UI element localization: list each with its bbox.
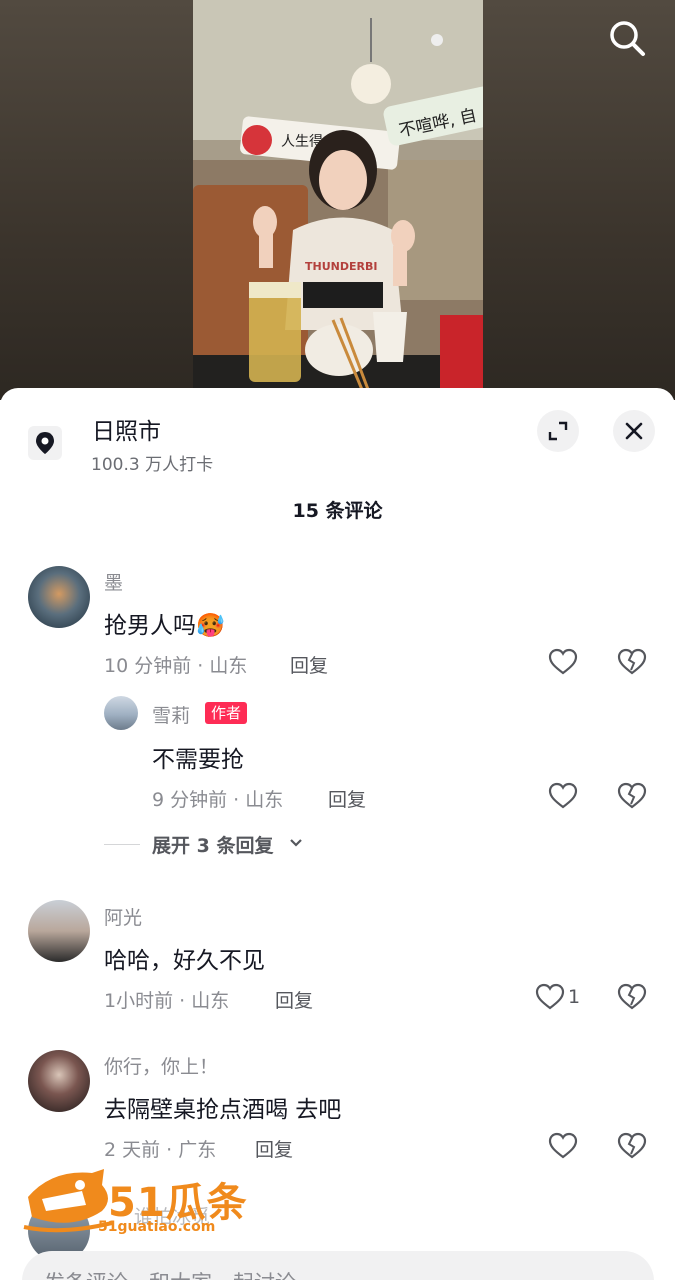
comment-meta: 1小时前 · 山东 <box>104 990 230 1012</box>
close-button[interactable] <box>613 410 655 452</box>
reply-button[interactable]: 回复 <box>328 785 366 812</box>
reply-meta: 9 分钟前 · 山东 <box>152 789 284 811</box>
comment-username[interactable]: 你行，你上！ <box>104 1052 218 1079</box>
like-icon[interactable] <box>547 1130 579 1162</box>
svg-text:THUNDERBI: THUNDERBI <box>305 260 377 273</box>
avatar[interactable] <box>28 1050 90 1112</box>
like-icon[interactable] <box>547 780 579 812</box>
comments-count-title: 15 条评论 <box>292 500 383 522</box>
author-badge: 作者 <box>205 702 248 724</box>
location-name[interactable]: 日照市 <box>92 412 161 446</box>
avatar[interactable] <box>28 566 90 628</box>
comment-input[interactable]: 发条评论，和大家一起讨论 <box>22 1251 654 1280</box>
video-photo: 人生得 不喧哗, 自 THUNDERBI <box>193 0 483 400</box>
search-icon <box>610 21 645 56</box>
reply-button[interactable]: 回复 <box>255 1135 293 1162</box>
search-button[interactable] <box>605 16 649 60</box>
comment-text: 去隔壁桌抢点酒喝 去吧 <box>104 1097 342 1123</box>
avatar[interactable] <box>104 696 138 730</box>
expand-button[interactable] <box>537 410 579 452</box>
comment-meta: 10 分钟前 · 山东 <box>104 655 248 677</box>
watermark-url: 51guatiao.com <box>98 1219 216 1235</box>
like-icon[interactable] <box>534 981 566 1013</box>
expand-divider <box>104 844 140 845</box>
dislike-icon[interactable] <box>616 780 648 812</box>
expand-replies-button[interactable]: 展开 3 条回复 <box>152 831 273 858</box>
comment-username[interactable]: 阿光 <box>104 903 142 930</box>
comment-sheet: 日照市 100.3 万人打卡 15 条评论 墨 抢男人吗🥵 10 分钟前 · 山… <box>0 388 675 1280</box>
comment-input-placeholder: 发条评论，和大家一起讨论 <box>44 1267 296 1280</box>
location-checkins: 100.3 万人打卡 <box>91 455 214 475</box>
video-frame[interactable]: 人生得 不喧哗, 自 THUNDERBI <box>193 0 483 400</box>
dislike-icon[interactable] <box>616 1130 648 1162</box>
close-icon <box>625 422 643 440</box>
dislike-icon[interactable] <box>616 646 648 678</box>
reply-button[interactable]: 回复 <box>275 986 313 1013</box>
reply-username[interactable]: 雪莉 <box>152 701 190 728</box>
chevron-down-icon[interactable] <box>288 835 304 855</box>
avatar[interactable] <box>28 900 90 962</box>
comment-text: 抢男人吗🥵 <box>104 613 225 639</box>
comment-username[interactable]: 墨 <box>104 568 123 595</box>
dislike-icon[interactable] <box>616 981 648 1013</box>
location-pin-icon[interactable] <box>28 426 62 460</box>
comment-text: 哈哈，好久不见 <box>104 948 265 974</box>
reply-button[interactable]: 回复 <box>290 651 328 678</box>
like-icon[interactable] <box>547 646 579 678</box>
reply-text: 不需要抢 <box>152 747 244 773</box>
like-count: 1 <box>568 986 581 1008</box>
comment-meta: 2 天前 · 广东 <box>104 1139 217 1161</box>
expand-icon <box>548 421 568 441</box>
